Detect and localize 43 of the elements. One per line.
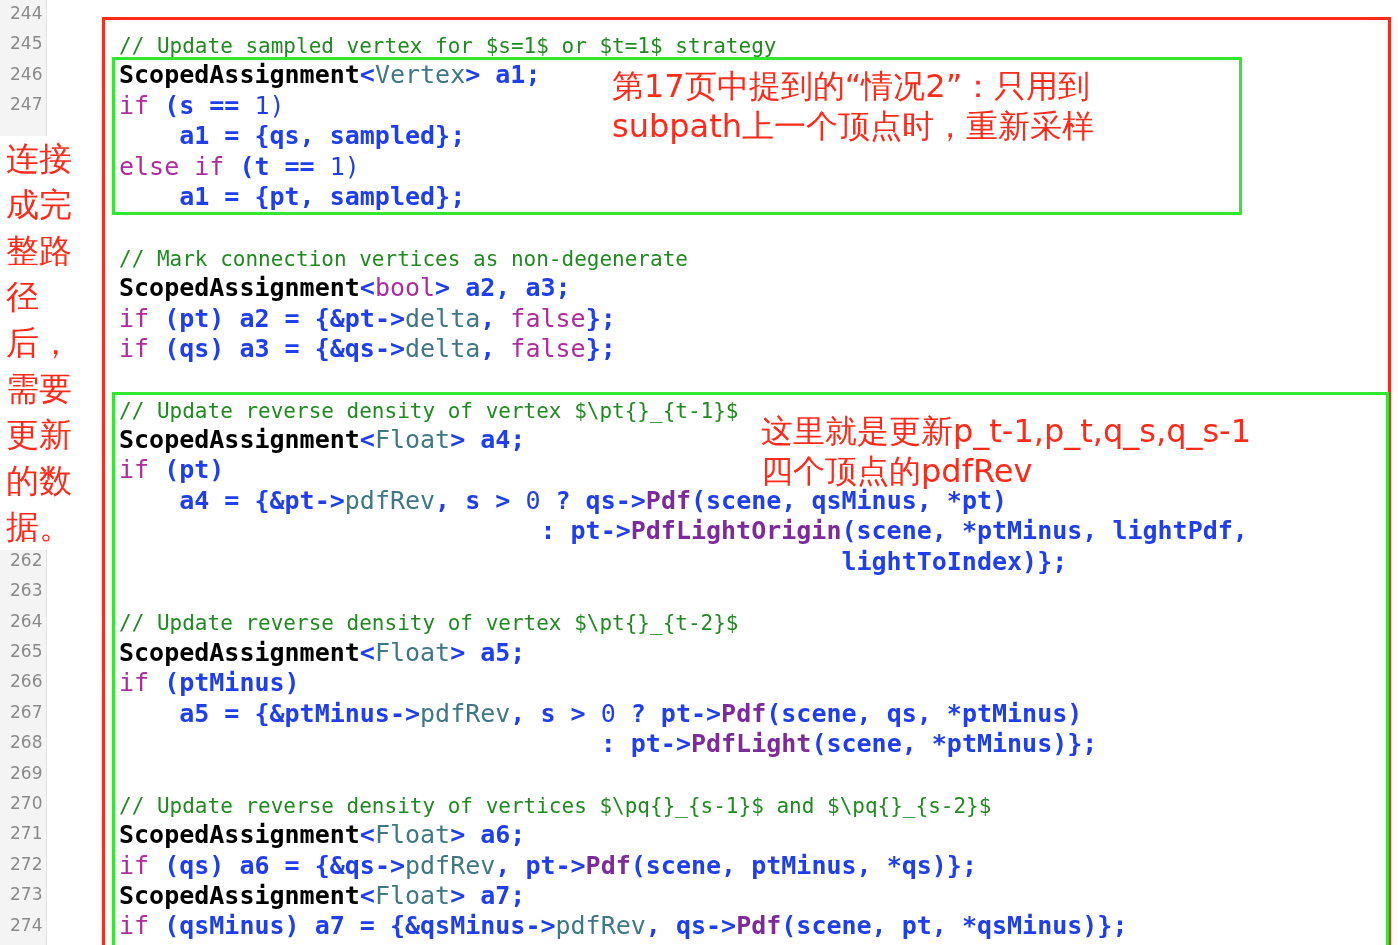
line-number: 272 bbox=[9, 852, 44, 876]
code-line: if (ptMinus) bbox=[119, 668, 300, 699]
line-number: 267 bbox=[9, 700, 44, 724]
code-line: // Mark connection vertices as non-degenerate bbox=[119, 245, 688, 273]
line-number: 246 bbox=[9, 62, 44, 86]
code-line: if (qsMinus) a7 = {&qsMinus->pdfRev, qs->Pdf(scene, pt, *qsMinus)}; bbox=[119, 911, 1128, 942]
code-line: if (qs) a6 = {&qs->pdfRev, pt->Pdf(scene, ptMinus, *qs)}; bbox=[119, 850, 977, 881]
code-line: ScopedAssignment<Float> a6; bbox=[119, 820, 526, 851]
code-line: ScopedAssignment<Float> a5; bbox=[119, 637, 526, 669]
line-number: 273 bbox=[9, 883, 44, 907]
code-line: // Update reverse density of vertex $\pt{}_{t-1}$ bbox=[119, 397, 739, 425]
code-line: else if (t == 1) bbox=[119, 151, 360, 182]
line-number: 271 bbox=[9, 822, 44, 846]
line-number: 274 bbox=[9, 913, 44, 937]
line-number: 268 bbox=[9, 731, 44, 755]
code-line: // Update reverse density of vertices $\pq{}_{s-1}$ and $\pq{}_{s-2}$ bbox=[119, 792, 992, 820]
code-line: a1 = {qs, sampled}; bbox=[178, 121, 466, 152]
code-line: : pt->PdfLightOrigin(scene, *ptMinus, lightPdf, bbox=[539, 516, 1248, 547]
code-line: if (pt) bbox=[119, 455, 225, 486]
line-number: 264 bbox=[9, 609, 44, 633]
code-line: a5 = {&ptMinus->pdfRev, s > 0 ? pt->Pdf(scene, qs, *ptMinus) bbox=[178, 698, 1083, 729]
line-number: 245 bbox=[9, 32, 44, 56]
code-line: if (pt) a2 = {&pt->delta, false}; bbox=[119, 303, 616, 334]
line-number: 247 bbox=[9, 93, 44, 117]
line-number: 265 bbox=[9, 640, 44, 664]
code-line: // Update sampled vertex for $s=1$ or $t=1$ strategy bbox=[119, 33, 777, 60]
line-number: 269 bbox=[9, 761, 44, 785]
code-line: ScopedAssignment<Vertex> a1; bbox=[119, 60, 541, 91]
line-number: 244 bbox=[9, 2, 44, 25]
code-line: if (s == 1) bbox=[119, 90, 285, 122]
code-line: lightToIndex)}; bbox=[840, 546, 1068, 578]
line-number: 266 bbox=[9, 670, 44, 694]
code-line: if (qs) a3 = {&qs->delta, false}; bbox=[119, 333, 616, 365]
code-line: : pt->PdfLight(scene, *ptMinus)}; bbox=[599, 729, 1098, 760]
code-line: ScopedAssignment<bool> a2, a3; bbox=[119, 273, 571, 304]
code-line: ScopedAssignment<Float> a7; bbox=[119, 880, 526, 912]
code-line: ScopedAssignment<Float> a4; bbox=[119, 425, 526, 456]
line-number: 263 bbox=[9, 579, 44, 603]
line-number: 262 bbox=[9, 548, 44, 572]
line-number: 270 bbox=[9, 792, 44, 816]
code-line: a1 = {pt, sampled}; bbox=[178, 181, 466, 213]
code-line: // Update reverse density of vertex $\pt{}_{t-2}$ bbox=[119, 610, 739, 638]
annotation-note: 第17页中提到的“情况2”：只用到 subpath上一个顶点时，重新采样 bbox=[612, 66, 1094, 147]
